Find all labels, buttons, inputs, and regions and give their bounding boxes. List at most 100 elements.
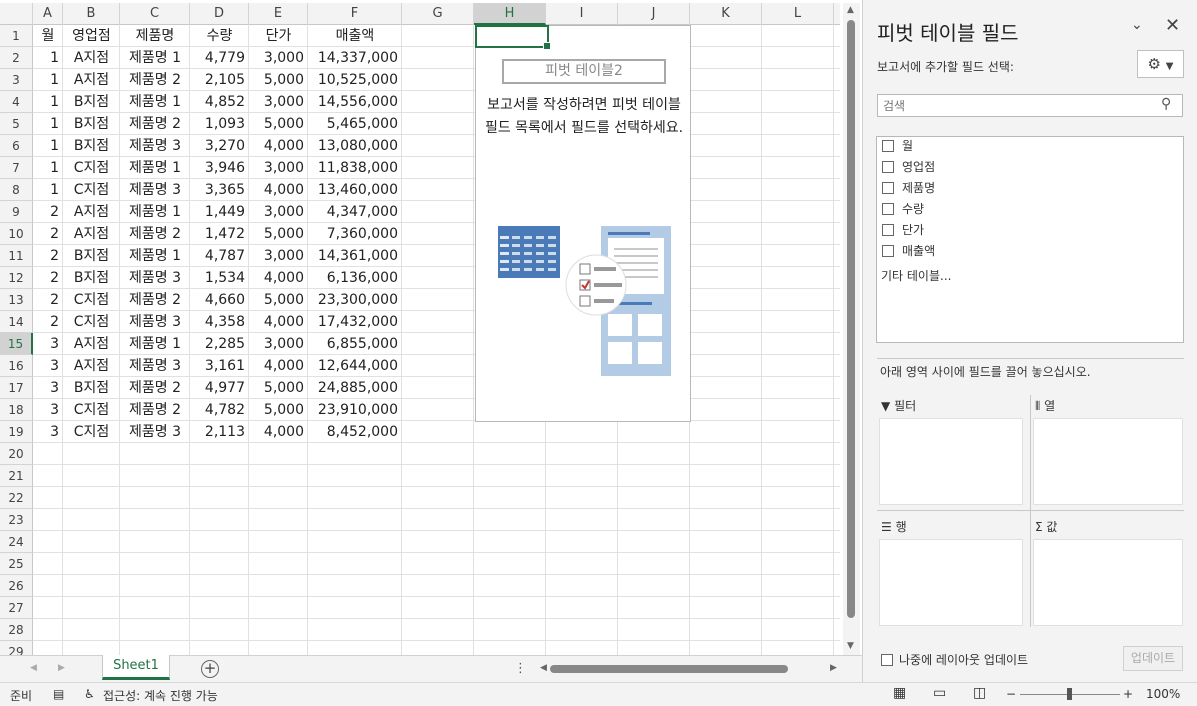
data-cell[interactable]: C지점 bbox=[63, 421, 120, 443]
data-cell[interactable]: A지점 bbox=[63, 223, 120, 245]
data-cell[interactable]: 8,452,000 bbox=[308, 421, 402, 443]
data-cell[interactable]: B지점 bbox=[63, 245, 120, 267]
data-cell[interactable]: 2 bbox=[33, 223, 63, 245]
column-header[interactable]: J bbox=[618, 3, 690, 25]
header-cell[interactable]: 단가 bbox=[249, 25, 308, 47]
data-cell[interactable]: 3,000 bbox=[249, 201, 308, 223]
row-header[interactable]: 27 bbox=[0, 597, 33, 619]
data-cell[interactable]: 제품명 3 bbox=[120, 421, 190, 443]
tab-scroll-right-icon[interactable]: ▶ bbox=[58, 663, 65, 673]
data-cell[interactable]: 제품명 2 bbox=[120, 399, 190, 421]
data-cell[interactable]: 23,910,000 bbox=[308, 399, 402, 421]
data-cell[interactable]: 1,472 bbox=[190, 223, 249, 245]
data-cell[interactable]: 3,365 bbox=[190, 179, 249, 201]
data-cell[interactable]: 3,161 bbox=[190, 355, 249, 377]
field-checkbox[interactable] bbox=[882, 182, 894, 194]
data-cell[interactable]: 3 bbox=[33, 377, 63, 399]
pane-close-icon[interactable]: ✕ bbox=[1165, 15, 1180, 36]
field-item-branch[interactable]: 영업점 bbox=[882, 158, 935, 176]
data-cell[interactable]: 4,779 bbox=[190, 47, 249, 69]
sheet-tab-sheet1[interactable]: Sheet1 bbox=[102, 655, 170, 680]
horizontal-scroll-thumb[interactable] bbox=[550, 665, 788, 673]
data-cell[interactable]: 제품명 1 bbox=[120, 91, 190, 113]
data-cell[interactable]: C지점 bbox=[63, 399, 120, 421]
data-cell[interactable]: 제품명 1 bbox=[120, 333, 190, 355]
data-cell[interactable]: 2,105 bbox=[190, 69, 249, 91]
data-cell[interactable]: 4,660 bbox=[190, 289, 249, 311]
data-cell[interactable]: 23,300,000 bbox=[308, 289, 402, 311]
pane-options-chevron-icon[interactable]: ⌄ bbox=[1131, 17, 1143, 33]
pivot-table-placeholder[interactable]: 피벗 테이블2 보고서를 작성하려면 피벗 테이블 필드 목록에서 필드를 선택… bbox=[475, 25, 691, 422]
data-cell[interactable]: 1,093 bbox=[190, 113, 249, 135]
data-cell[interactable]: 제품명 3 bbox=[120, 179, 190, 201]
data-cell[interactable]: 4,977 bbox=[190, 377, 249, 399]
data-cell[interactable]: 17,432,000 bbox=[308, 311, 402, 333]
row-header[interactable]: 18 bbox=[0, 399, 33, 421]
data-cell[interactable]: 제품명 2 bbox=[120, 377, 190, 399]
zoom-slider-thumb[interactable] bbox=[1067, 688, 1072, 700]
row-header[interactable]: 17 bbox=[0, 377, 33, 399]
column-header[interactable]: F bbox=[308, 3, 402, 25]
header-cell[interactable]: 영업점 bbox=[63, 25, 120, 47]
column-header[interactable]: I bbox=[546, 3, 618, 25]
data-cell[interactable]: 3,000 bbox=[249, 157, 308, 179]
row-header[interactable]: 11 bbox=[0, 245, 33, 267]
zoom-level[interactable]: 100% bbox=[1146, 687, 1180, 701]
data-cell[interactable]: 3 bbox=[33, 355, 63, 377]
scroll-right-icon[interactable]: ▶ bbox=[830, 663, 837, 673]
data-cell[interactable]: 3,270 bbox=[190, 135, 249, 157]
header-cell[interactable]: 수량 bbox=[190, 25, 249, 47]
data-cell[interactable]: 제품명 2 bbox=[120, 289, 190, 311]
data-cell[interactable]: 4,358 bbox=[190, 311, 249, 333]
column-header[interactable]: G bbox=[402, 3, 474, 25]
header-cell[interactable]: 월 bbox=[33, 25, 63, 47]
row-header[interactable]: 9 bbox=[0, 201, 33, 223]
accessibility-status[interactable]: 접근성: 계속 진행 가능 bbox=[103, 687, 218, 704]
zoom-in-button[interactable]: + bbox=[1123, 687, 1133, 701]
data-cell[interactable]: C지점 bbox=[63, 157, 120, 179]
page-break-view-icon[interactable]: ◫ bbox=[973, 685, 986, 701]
row-header[interactable]: 15 bbox=[0, 333, 33, 355]
data-cell[interactable]: B지점 bbox=[63, 135, 120, 157]
data-cell[interactable]: 13,080,000 bbox=[308, 135, 402, 157]
data-cell[interactable]: 7,360,000 bbox=[308, 223, 402, 245]
row-header[interactable]: 8 bbox=[0, 179, 33, 201]
vertical-scrollbar[interactable]: ▲ ▼ bbox=[843, 3, 860, 655]
data-cell[interactable]: 1,534 bbox=[190, 267, 249, 289]
data-cell[interactable]: 제품명 3 bbox=[120, 267, 190, 289]
data-cell[interactable]: 14,556,000 bbox=[308, 91, 402, 113]
data-cell[interactable]: C지점 bbox=[63, 179, 120, 201]
horizontal-scrollbar[interactable]: ◀ ▶ bbox=[540, 663, 840, 675]
macro-record-icon[interactable]: ▤ bbox=[53, 687, 64, 701]
page-layout-view-icon[interactable]: ▭ bbox=[933, 685, 946, 701]
active-cell-selection[interactable] bbox=[475, 25, 551, 50]
data-cell[interactable]: 6,855,000 bbox=[308, 333, 402, 355]
data-cell[interactable]: 1 bbox=[33, 69, 63, 91]
data-cell[interactable]: 제품명 3 bbox=[120, 355, 190, 377]
data-cell[interactable]: 3 bbox=[33, 333, 63, 355]
column-header[interactable]: A bbox=[33, 3, 63, 25]
data-cell[interactable]: 4,852 bbox=[190, 91, 249, 113]
row-header[interactable]: 26 bbox=[0, 575, 33, 597]
vertical-scroll-thumb[interactable] bbox=[847, 20, 855, 618]
row-header[interactable]: 10 bbox=[0, 223, 33, 245]
data-cell[interactable]: 4,000 bbox=[249, 179, 308, 201]
data-cell[interactable]: 4,000 bbox=[249, 267, 308, 289]
update-button[interactable]: 업데이트 bbox=[1123, 646, 1183, 671]
field-checkbox[interactable] bbox=[882, 140, 894, 152]
data-cell[interactable]: 제품명 1 bbox=[120, 201, 190, 223]
data-cell[interactable]: 3,000 bbox=[249, 245, 308, 267]
row-header[interactable]: 4 bbox=[0, 91, 33, 113]
data-cell[interactable]: 5,000 bbox=[249, 223, 308, 245]
more-tables-link[interactable]: 기타 테이블... bbox=[881, 267, 951, 284]
data-cell[interactable]: 2 bbox=[33, 311, 63, 333]
select-all-corner[interactable] bbox=[0, 3, 33, 25]
data-cell[interactable]: 3,000 bbox=[249, 333, 308, 355]
field-checkbox[interactable] bbox=[882, 161, 894, 173]
data-cell[interactable]: 5,000 bbox=[249, 377, 308, 399]
rows-drop-area[interactable] bbox=[879, 539, 1023, 626]
row-header[interactable]: 19 bbox=[0, 421, 33, 443]
field-item-quantity[interactable]: 수량 bbox=[882, 200, 924, 218]
data-cell[interactable]: 13,460,000 bbox=[308, 179, 402, 201]
data-cell[interactable]: A지점 bbox=[63, 201, 120, 223]
